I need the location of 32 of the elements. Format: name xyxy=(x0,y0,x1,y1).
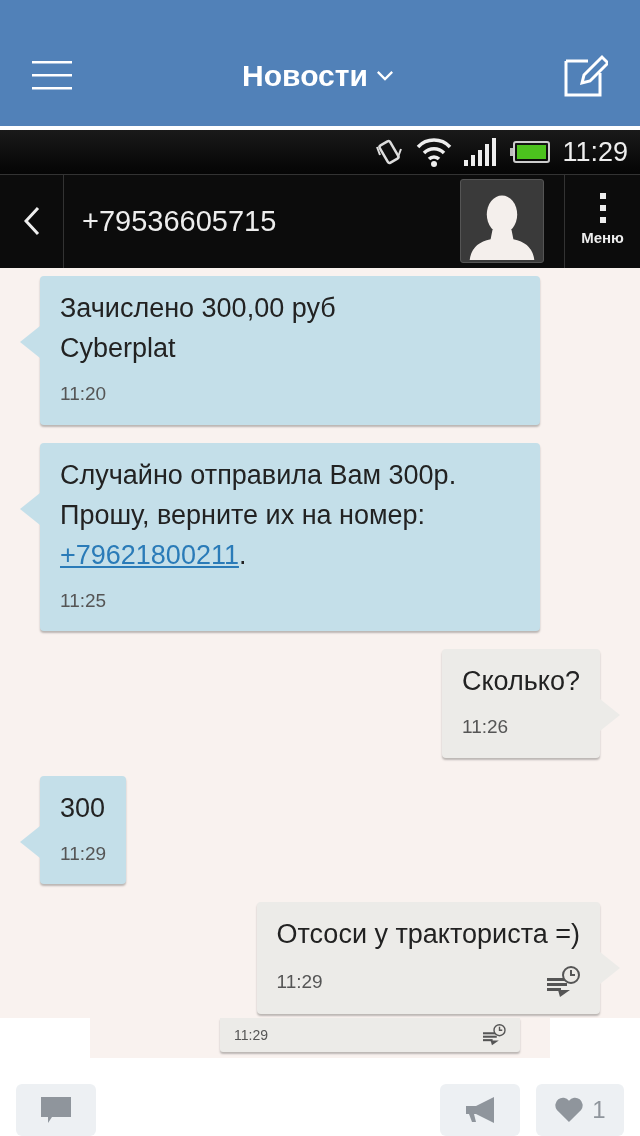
menu-icon[interactable] xyxy=(32,60,72,91)
pending-message-icon xyxy=(546,966,580,998)
contact-avatar[interactable] xyxy=(460,179,544,264)
pending-message-icon xyxy=(482,1024,506,1046)
message-time: 11:20 xyxy=(60,382,107,406)
comment-icon xyxy=(40,1096,72,1124)
message-time: 11:26 xyxy=(462,715,509,739)
message-text: Случайно отправила Вам 300р. Прошу, верните их на номер: +79621800211. xyxy=(60,458,458,572)
status-time: 11:29 xyxy=(562,135,628,169)
signal-icon xyxy=(464,137,499,166)
message-time: 11:29 xyxy=(60,841,107,866)
message-text: Отсоси у тракториста =) xyxy=(276,918,580,951)
message-time: 11:29 xyxy=(276,969,323,994)
message-text: Сколько? xyxy=(462,665,580,698)
share-button[interactable] xyxy=(440,1084,520,1136)
contact-number: +79536605715 xyxy=(81,203,278,239)
heart-icon xyxy=(554,1097,585,1123)
message-text: 300 xyxy=(60,791,107,825)
message-time: 11:29 xyxy=(234,1025,268,1045)
message-time: 11:25 xyxy=(60,588,107,613)
chevron-down-icon xyxy=(375,69,394,81)
phone-link[interactable]: +79621800211 xyxy=(60,539,239,570)
megaphone-icon xyxy=(464,1096,496,1124)
comment-button[interactable] xyxy=(16,1084,96,1136)
wifi-icon xyxy=(416,136,453,167)
more-vertical-icon xyxy=(599,193,606,223)
feed-title-dropdown[interactable]: Новости xyxy=(242,52,394,98)
compose-icon[interactable] xyxy=(564,53,608,98)
back-icon xyxy=(23,206,40,237)
message-text: Зачислено 300,00 руб Cyberplat xyxy=(60,292,337,365)
like-button[interactable]: 1 xyxy=(536,1084,624,1136)
battery-icon xyxy=(510,140,551,163)
